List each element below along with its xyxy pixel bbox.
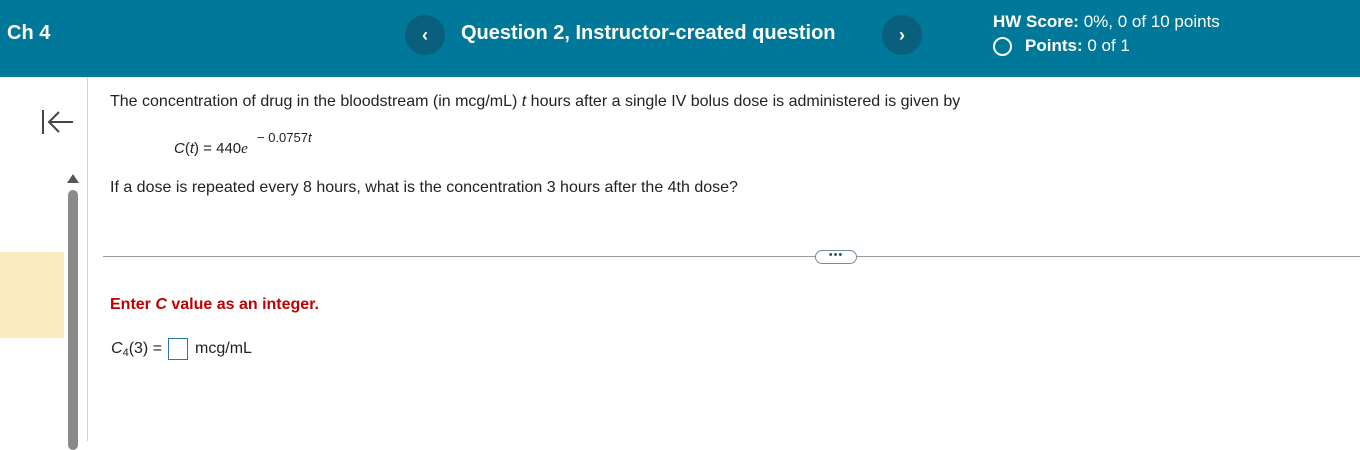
status-circle-icon xyxy=(993,36,1012,56)
formula-func: C xyxy=(174,140,185,157)
points-label: Points: xyxy=(1025,36,1083,55)
question-text-part2: hours after a single IV bolus dose is ad… xyxy=(526,93,961,110)
formula-eq: = 440 xyxy=(199,140,242,157)
more-options-button[interactable]: ••• xyxy=(815,250,857,264)
collapse-left-icon[interactable] xyxy=(40,107,76,137)
instruction-part1: Enter xyxy=(110,296,156,313)
instruction-part2: value as an integer. xyxy=(166,296,319,313)
answer-arg: (3) = xyxy=(128,340,163,357)
formula-arg: t xyxy=(189,140,195,157)
concentration-formula: C(t) = 440e − 0.0757t xyxy=(174,130,312,157)
question-intro: The concentration of drug in the bloodst… xyxy=(110,93,960,111)
top-bar: Ch 4 ‹ Question 2, Instructor-created qu… xyxy=(0,0,1360,77)
chevron-left-icon: ‹ xyxy=(422,24,428,45)
section-divider xyxy=(103,256,1360,257)
answer-input[interactable] xyxy=(168,338,189,360)
points: Points: 0 of 1 xyxy=(993,36,1130,56)
scrollbar-thumb[interactable] xyxy=(68,190,78,450)
answer-instruction: Enter C value as an integer. xyxy=(110,296,319,314)
hw-score-label: HW Score: xyxy=(993,12,1079,31)
answer-subscript: 4 xyxy=(122,347,129,359)
hw-score-value: 0%, 0 of 10 points xyxy=(1083,12,1220,31)
exponent-var: t xyxy=(307,130,312,145)
question-title: Question 2, Instructor-created question xyxy=(461,22,836,44)
answer-func: C xyxy=(111,340,123,357)
points-value: 0 of 1 xyxy=(1087,36,1130,55)
next-question-button[interactable]: › xyxy=(882,15,922,55)
chevron-right-icon: › xyxy=(899,24,905,45)
formula-exponent: − 0.0757t xyxy=(257,130,312,145)
question-text-part1: The concentration of drug in the bloodst… xyxy=(110,93,522,110)
chapter-title: Ch 4 xyxy=(7,22,51,44)
formula-base: e xyxy=(241,141,248,157)
exponent-coef: − 0.0757 xyxy=(257,130,308,145)
left-sidebar xyxy=(0,77,88,450)
answer-row: C 4 (3) = mcg/mL xyxy=(111,338,252,360)
answer-unit: mcg/mL xyxy=(195,340,252,357)
hw-score: HW Score: 0%, 0 of 10 points xyxy=(993,12,1220,32)
question-text: If a dose is repeated every 8 hours, wha… xyxy=(110,179,738,196)
highlight-block xyxy=(0,252,64,338)
instruction-var: C xyxy=(155,296,167,313)
previous-question-button[interactable]: ‹ xyxy=(405,15,445,55)
scroll-up-arrow-icon[interactable] xyxy=(67,174,79,183)
